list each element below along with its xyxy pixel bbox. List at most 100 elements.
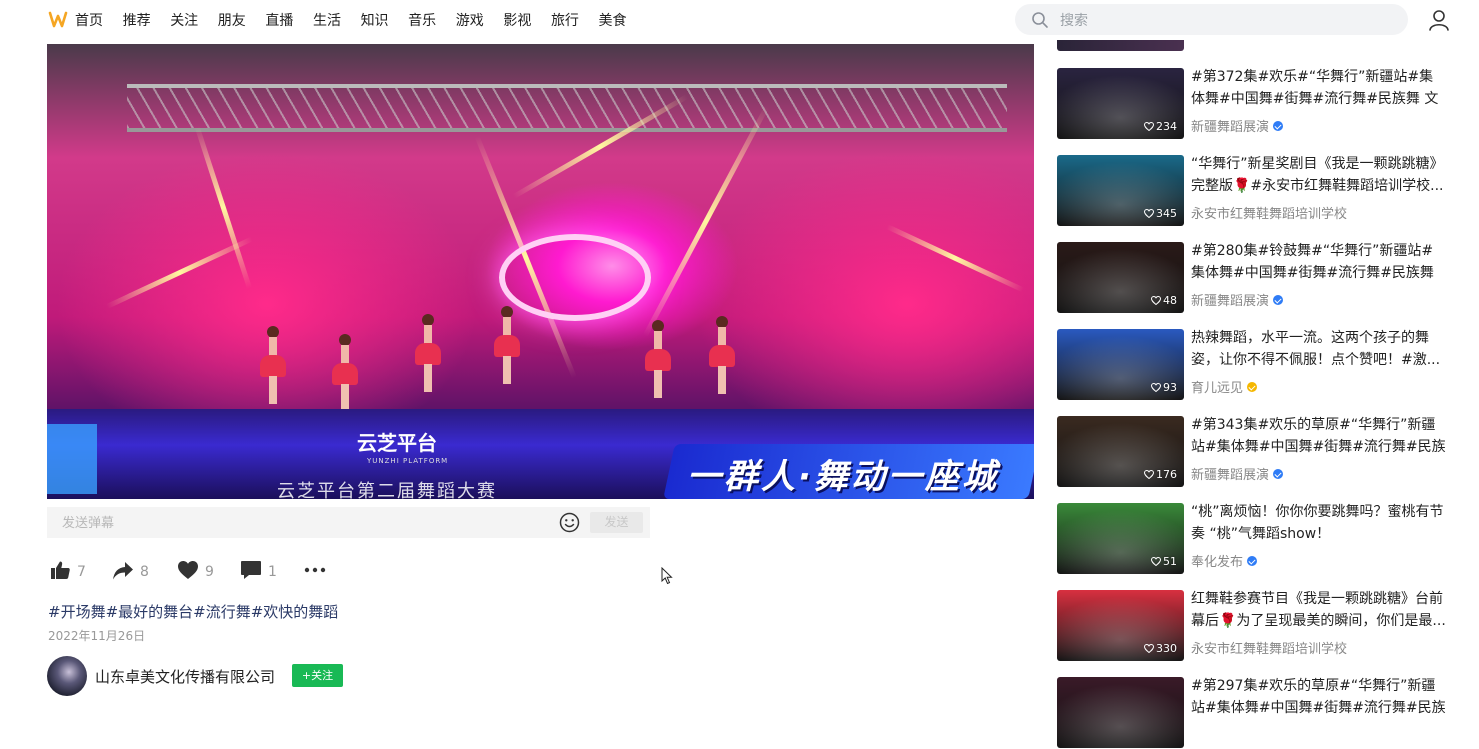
emoji-icon[interactable]: [559, 512, 580, 533]
recommendation-item[interactable]: 48 #第280集#铃鼓舞#“华舞行”新疆站#集体舞#中国舞#街舞#流行舞#民族舞…: [1057, 242, 1457, 314]
nav-item-life[interactable]: 生活: [313, 10, 341, 30]
stage-truss: [127, 84, 1007, 132]
recommendation-thumbnail[interactable]: 330: [1057, 590, 1184, 661]
author-name[interactable]: 山东卓美文化传播有限公司: [95, 666, 275, 687]
like-button[interactable]: 7: [50, 556, 86, 584]
nav-item-film[interactable]: 影视: [503, 10, 531, 30]
author-avatar[interactable]: [47, 656, 87, 696]
like-count: 7: [77, 564, 86, 580]
heart-outline-icon: [1144, 122, 1154, 131]
recommendation-like-count: 93: [1151, 381, 1177, 394]
recommendation-item[interactable]: 176 #第343集#欢乐的草原#“华舞行”新疆站#集体舞#中国舞#街舞#流行舞#…: [1057, 416, 1457, 488]
recommendation-thumbnail[interactable]: 48: [1057, 242, 1184, 313]
recommendation-title[interactable]: #第297集#欢乐的草原#“华舞行”新疆站#集体舞#中国舞#街舞#流行舞#民族舞…: [1191, 675, 1446, 719]
recommendation-like-number: 93: [1163, 381, 1177, 394]
heart-outline-icon: [1151, 557, 1161, 566]
heart-outline-icon: [1144, 644, 1154, 653]
heart-outline-icon: [1151, 383, 1161, 392]
share-count: 8: [140, 564, 149, 580]
top-navigation-bar: 首页 推荐 关注 朋友 直播 生活 知识 音乐 游戏 影视 旅行 美食: [0, 0, 1479, 40]
nav-item-food[interactable]: 美食: [599, 10, 627, 30]
recommendation-thumbnail[interactable]: 93: [1057, 329, 1184, 400]
recommendation-like-count: 51: [1151, 555, 1177, 568]
stage-banner-left: [47, 424, 97, 494]
recommendation-like-count: 234: [1144, 120, 1177, 133]
post-date: 2022年11月26日: [48, 629, 146, 643]
overlay-logo-sub: YUNZHI PLATFORM: [367, 457, 449, 465]
recommendation-author[interactable]: 永安市红舞鞋舞蹈培训学校: [1191, 203, 1347, 222]
overlay-caption: 云芝平台第二届舞蹈大赛: [277, 481, 497, 499]
dancer: [709, 316, 735, 394]
recommendation-thumbnail[interactable]: 345: [1057, 155, 1184, 226]
search-icon[interactable]: [1031, 11, 1049, 29]
heart-outline-icon: [1144, 470, 1154, 479]
recommendation-thumbnail[interactable]: 234: [1057, 68, 1184, 139]
led-screen-ring: [499, 234, 651, 321]
nav-item-live[interactable]: 直播: [265, 10, 293, 30]
post-tags[interactable]: #开场舞#最好的舞台#流行舞#欢快的舞蹈: [48, 601, 338, 622]
verified-badge-icon: [1247, 555, 1258, 566]
recommendation-author[interactable]: 新疆舞蹈展演: [1191, 116, 1284, 135]
danmaku-input[interactable]: [60, 507, 544, 540]
dancer: [260, 326, 286, 404]
recommendation-author-name: 新疆舞蹈展演: [1191, 120, 1270, 135]
share-arrow-icon: [113, 561, 133, 579]
verified-badge-icon: [1273, 468, 1284, 479]
recommendation-thumbnail[interactable]: 51: [1057, 503, 1184, 574]
recommendation-item[interactable]: 345 “华舞行”新星奖剧目《我是一颗跳跳糖》完整版🌹#永安市红舞鞋舞蹈培训学校.…: [1057, 155, 1457, 227]
recommendation-like-number: 48: [1163, 294, 1177, 307]
follow-button[interactable]: +关注: [292, 664, 343, 687]
video-player[interactable]: 云芝平台 YUNZHI PLATFORM 云芝平台第二届舞蹈大赛 一群人·舞动一…: [47, 44, 1034, 499]
recommendation-author[interactable]: 新疆舞蹈展演: [1191, 464, 1284, 483]
nav-item-friends[interactable]: 朋友: [218, 10, 246, 30]
recommendation-item[interactable]: 330 红舞鞋参赛节目《我是一颗跳跳糖》台前幕后🌹为了呈现最美的瞬间，你们是最..…: [1057, 590, 1457, 662]
user-icon[interactable]: [1428, 9, 1450, 31]
nav-item-games[interactable]: 游戏: [456, 10, 484, 30]
main-nav: 首页 推荐 关注 朋友 直播 生活 知识 音乐 游戏 影视 旅行 美食: [75, 0, 646, 40]
recommendation-thumbnail[interactable]: 176: [1057, 416, 1184, 487]
recommendation-thumbnail[interactable]: [1057, 677, 1184, 748]
search-box: [1015, 4, 1408, 37]
light-beam: [642, 105, 770, 338]
recommendation-like-number: 176: [1156, 468, 1177, 481]
verified-badge-icon: [1247, 381, 1258, 392]
recommendation-item[interactable]: 93 热辣舞蹈，水平一流。这两个孩子的舞姿，让你不得不佩服！点个赞吧！#激... 育…: [1057, 329, 1457, 401]
recommendation-like-number: 234: [1156, 120, 1177, 133]
nav-item-recommend[interactable]: 推荐: [123, 10, 151, 30]
recommendation-item[interactable]: #第297集#欢乐的草原#“华舞行”新疆站#集体舞#中国舞#街舞#流行舞#民族舞…: [1057, 677, 1457, 749]
nav-item-following[interactable]: 关注: [170, 10, 198, 30]
mouse-cursor-icon: [661, 567, 673, 585]
share-button[interactable]: 8: [112, 556, 149, 584]
recommendation-thumbnail-partial[interactable]: [1057, 40, 1184, 51]
recommendation-author[interactable]: 永安市红舞鞋舞蹈培训学校: [1191, 638, 1347, 657]
recommendation-item[interactable]: 51 “桃”离烦恼！你你你要跳舞吗？蜜桃有节奏 “桃”气舞蹈show！ 奉化发布: [1057, 503, 1457, 575]
recommendation-title[interactable]: “桃”离烦恼！你你你要跳舞吗？蜜桃有节奏 “桃”气舞蹈show！: [1191, 501, 1446, 545]
recommendation-title[interactable]: #第280集#铃鼓舞#“华舞行”新疆站#集体舞#中国舞#街舞#流行舞#民族舞 文…: [1191, 240, 1446, 284]
nav-item-knowledge[interactable]: 知识: [361, 10, 389, 30]
nav-item-home[interactable]: 首页: [75, 10, 103, 30]
recommendation-title[interactable]: #第372集#欢乐#“华舞行”新疆站#集体舞#中国舞#街舞#流行舞#民族舞 文化…: [1191, 66, 1446, 110]
recommendation-title[interactable]: #第343集#欢乐的草原#“华舞行”新疆站#集体舞#中国舞#街舞#流行舞#民族舞…: [1191, 414, 1446, 458]
recommendation-title[interactable]: 红舞鞋参赛节目《我是一颗跳跳糖》台前幕后🌹为了呈现最美的瞬间，你们是最...: [1191, 588, 1446, 632]
dancer: [645, 320, 671, 398]
recommendation-like-count: 48: [1151, 294, 1177, 307]
comment-button[interactable]: 1: [240, 556, 277, 584]
more-button[interactable]: [304, 556, 326, 584]
app-logo-icon[interactable]: [48, 10, 68, 30]
recommendation-title[interactable]: “华舞行”新星奖剧目《我是一颗跳跳糖》完整版🌹#永安市红舞鞋舞蹈培训学校...: [1191, 153, 1446, 197]
nav-item-travel[interactable]: 旅行: [551, 10, 579, 30]
recommendation-author-name: 奉化发布: [1191, 555, 1244, 570]
recommendation-author-name: 新疆舞蹈展演: [1191, 468, 1270, 483]
favorite-button[interactable]: 9: [177, 556, 214, 584]
recommendation-author[interactable]: 奉化发布: [1191, 551, 1258, 570]
more-dots-icon: [304, 567, 326, 573]
recommendation-author[interactable]: 新疆舞蹈展演: [1191, 290, 1284, 309]
heart-outline-icon: [1144, 209, 1154, 218]
recommendation-title[interactable]: 热辣舞蹈，水平一流。这两个孩子的舞姿，让你不得不佩服！点个赞吧！#激...: [1191, 327, 1446, 371]
recommendation-author[interactable]: 育儿远见: [1191, 377, 1258, 396]
recommendation-item[interactable]: 234 #第372集#欢乐#“华舞行”新疆站#集体舞#中国舞#街舞#流行舞#民族舞…: [1057, 68, 1457, 140]
send-danmaku-button[interactable]: 发送: [590, 512, 643, 533]
search-input[interactable]: [1058, 4, 1392, 37]
nav-item-music[interactable]: 音乐: [408, 10, 436, 30]
recommendation-like-count: 345: [1144, 207, 1177, 220]
